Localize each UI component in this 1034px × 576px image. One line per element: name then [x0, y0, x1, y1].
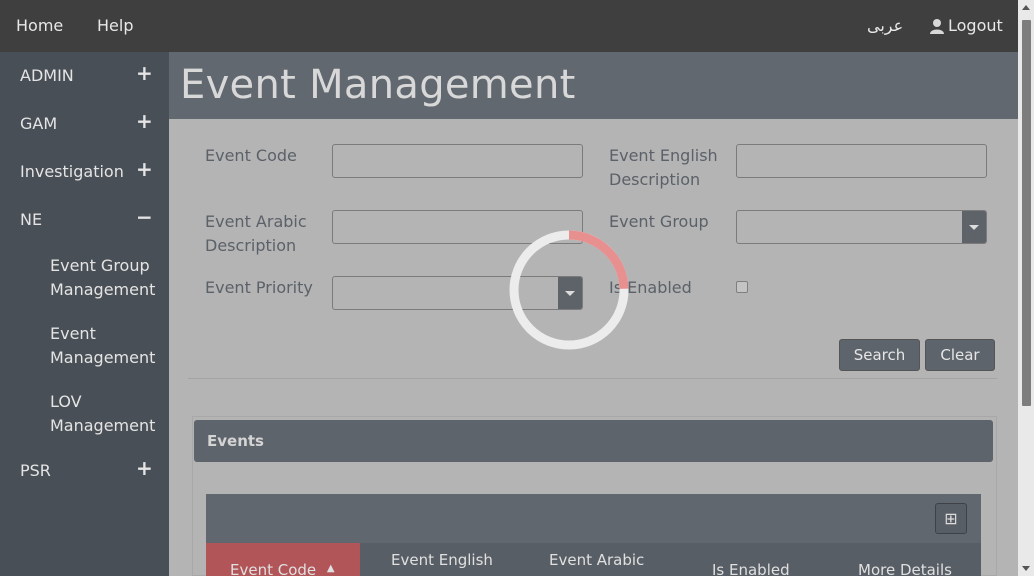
expand-icon[interactable]: + — [136, 63, 153, 83]
event-group-select[interactable] — [736, 210, 987, 244]
page-scrollbar[interactable] — [1018, 0, 1034, 576]
scrollbar-thumb[interactable] — [1022, 20, 1031, 406]
sidebar-subitem-event-group-management[interactable]: Event Group Management — [50, 254, 162, 302]
event-arabic-description-label: Event Arabic Description — [205, 212, 307, 255]
events-panel-title: Events — [207, 432, 264, 450]
collapse-icon[interactable]: − — [136, 207, 153, 227]
expand-icon[interactable]: + — [136, 111, 153, 131]
logout-label: Logout — [948, 16, 1003, 35]
scroll-up-icon[interactable] — [1022, 5, 1030, 10]
page-title: Event Management — [180, 62, 576, 108]
scroll-down-icon[interactable] — [1022, 566, 1030, 571]
expand-grid-icon[interactable]: ⊞ — [935, 503, 967, 534]
sort-ascending-icon: ▲ — [326, 563, 335, 574]
loading-spinner-icon — [509, 230, 629, 350]
sidebar: ADMIN + GAM + Investigation + NE − Event… — [0, 52, 169, 576]
event-english-description-input[interactable] — [736, 144, 987, 178]
top-navbar: Home Help عربى Logout — [0, 0, 1018, 52]
logout-link[interactable]: Logout — [929, 16, 1003, 35]
is-enabled-checkbox[interactable] — [736, 281, 748, 293]
chevron-down-icon[interactable] — [962, 211, 986, 243]
page-header: Event Management — [169, 52, 1018, 119]
event-code-label: Event Code — [205, 146, 297, 165]
language-switch-link[interactable]: عربى — [867, 16, 903, 35]
divider — [188, 378, 997, 379]
expand-icon[interactable]: + — [136, 159, 153, 179]
clear-button[interactable]: Clear — [925, 339, 995, 371]
search-button[interactable]: Search — [839, 339, 920, 371]
user-icon — [930, 18, 944, 34]
sidebar-subitem-event-management[interactable]: Event Management — [50, 322, 162, 370]
nav-home-link[interactable]: Home — [16, 16, 63, 35]
event-english-description-label: Event English Description — [609, 146, 718, 189]
event-code-input[interactable] — [332, 144, 583, 178]
column-more-details[interactable]: More Details — [858, 561, 952, 576]
column-event-code[interactable]: Event Code ▲ — [230, 561, 335, 576]
grid-toolbar — [206, 494, 981, 543]
sidebar-subitem-lov-management[interactable]: LOV Management — [50, 390, 162, 438]
expand-icon[interactable]: + — [136, 458, 153, 478]
column-is-enabled[interactable]: Is Enabled — [712, 561, 790, 576]
column-event-english[interactable]: Event English — [391, 551, 493, 569]
nav-help-link[interactable]: Help — [97, 16, 133, 35]
events-panel-header: Events — [194, 420, 993, 462]
column-event-arabic[interactable]: Event Arabic — [549, 551, 644, 569]
event-priority-label: Event Priority — [205, 278, 313, 297]
